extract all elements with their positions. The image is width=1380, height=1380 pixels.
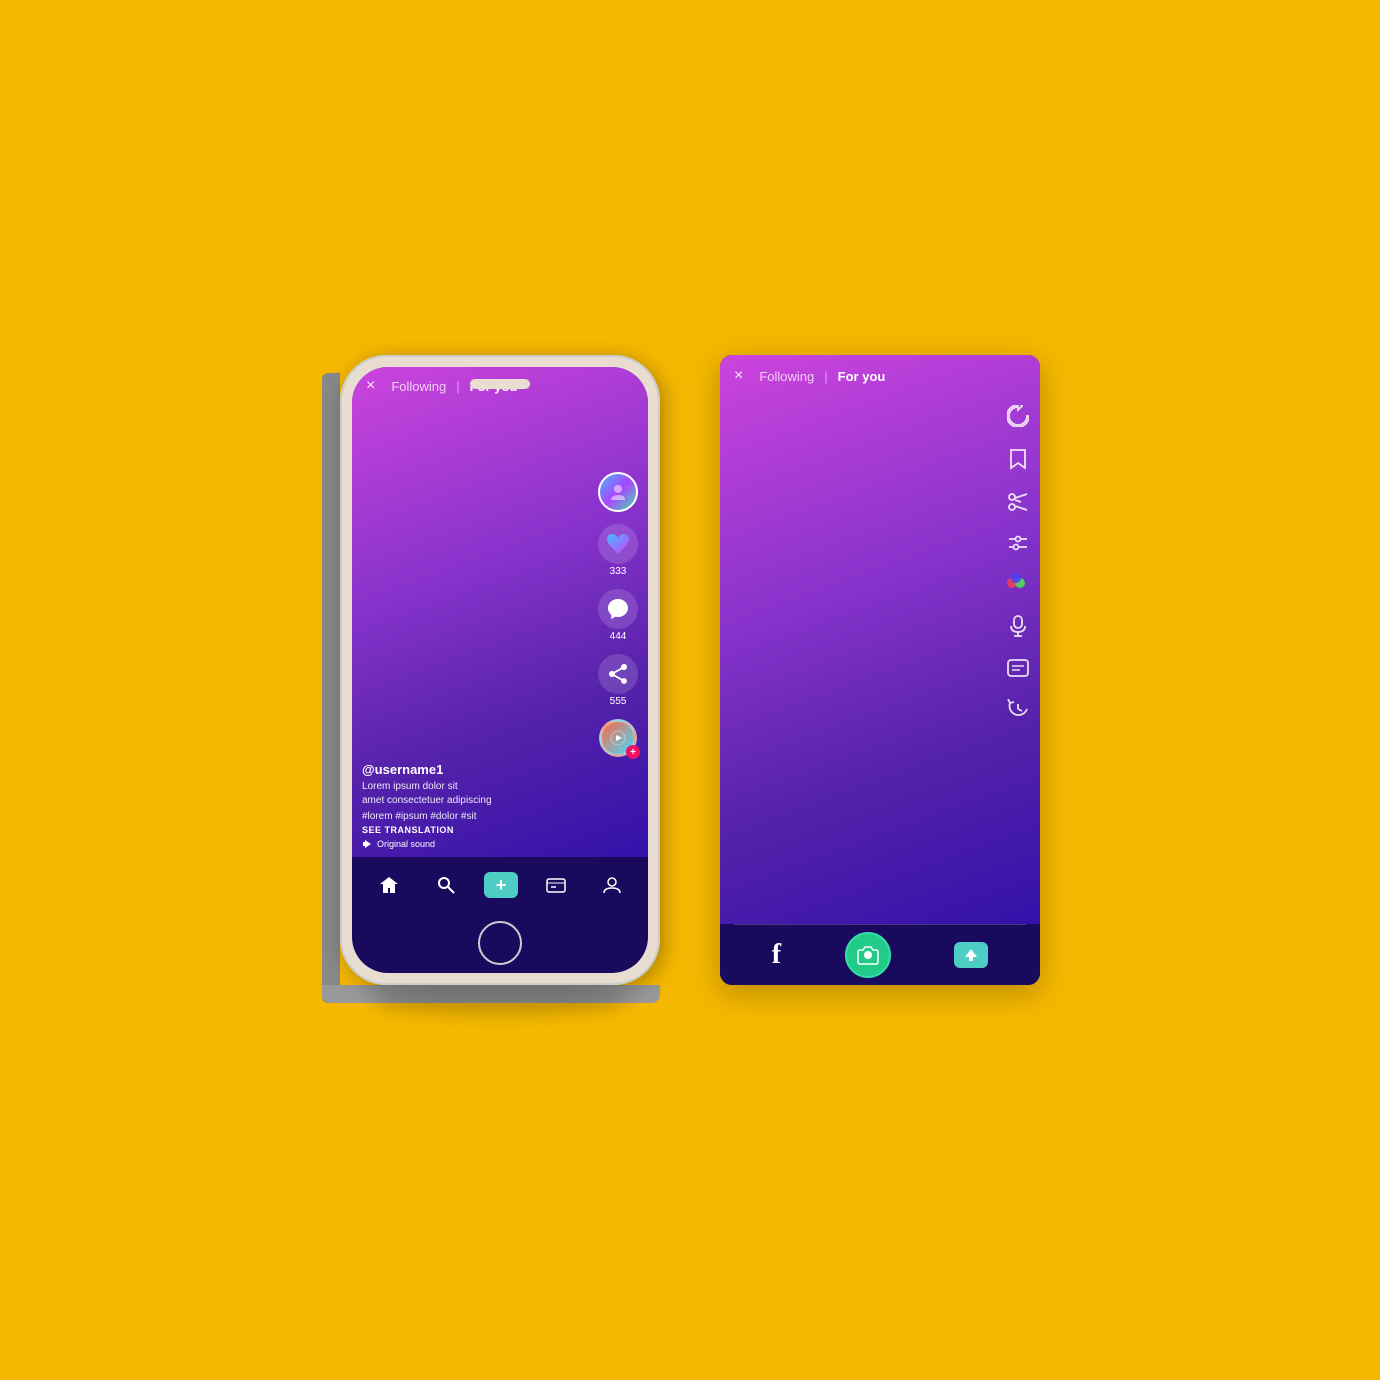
phone1-wrapper: × Following | For you [340,355,660,985]
phone2-nav-separator: | [824,369,827,384]
sound-label: Original sound [377,839,435,849]
comment-count: 444 [610,631,627,642]
phone1-screen: × Following | For you [352,367,648,857]
username: @username1 [362,762,593,777]
phone2-screen: × Following | For you [720,355,1040,924]
create-nav-button[interactable]: + [484,872,518,898]
avatar-icon[interactable]: + [598,472,638,512]
phone2-nav: × Following | For you [720,355,1040,397]
microphone-icon[interactable] [1009,614,1027,643]
share-group: 555 [598,654,638,707]
home-hardware-button[interactable] [478,921,522,965]
phone1-notch [470,379,530,389]
phone1-shadow [370,985,630,1015]
equalizer-icon[interactable] [1007,534,1029,557]
like-button[interactable] [598,524,638,564]
tab-following[interactable]: Following [391,379,446,394]
phone2-side-icons [1006,405,1030,725]
avatar-group: + [598,472,638,512]
share-count: 555 [610,696,627,707]
camera-button[interactable] [845,932,891,978]
close-button[interactable]: × [366,377,375,395]
bookmark-icon[interactable] [1009,448,1027,475]
scene: × Following | For you [340,355,1040,985]
phone1-inner: × Following | For you [352,367,648,973]
phone1-bottom-nav: + [352,857,648,913]
caption: Lorem ipsum dolor sit amet consectetuer … [362,780,593,808]
comment-group: 444 [598,589,638,642]
facebook-button[interactable]: f [772,939,781,971]
scissors-icon[interactable] [1007,491,1029,518]
phone2-close-button[interactable]: × [734,367,743,385]
share-button[interactable] [598,654,638,694]
tiktok-upload-button[interactable] [954,942,988,968]
phone2-bottom-nav: f [720,925,1040,985]
bottom-info: @username1 Lorem ipsum dolor sit amet co… [362,762,593,849]
inbox-nav-button[interactable] [538,871,574,899]
phone1-outer: × Following | For you [340,355,660,985]
phone2-nav-tabs: Following | For you [759,369,885,384]
phone2-flat: × Following | For you [720,355,1040,985]
phone2-tab-foryou[interactable]: For you [838,369,886,384]
caption-icon[interactable] [1007,659,1029,682]
hashtags: #lorem #ipsum #dolor #sit [362,811,593,822]
history-icon[interactable] [1007,698,1029,725]
see-translation-button[interactable]: SEE TRANSLATION [362,825,593,835]
like-count: 333 [610,566,627,577]
profile-nav-button[interactable] [594,871,630,899]
nav-separator: | [456,379,459,394]
search-nav-button[interactable] [428,871,464,899]
comment-button[interactable] [598,589,638,629]
color-picker-icon[interactable] [1006,573,1030,598]
like-group: 333 [598,524,638,577]
phone1-side [322,373,340,1003]
phone2-tab-following[interactable]: Following [759,369,814,384]
phone1-3d: × Following | For you [340,355,660,985]
side-icons: + [598,472,638,757]
sound-row: Original sound [362,839,593,849]
home-nav-button[interactable] [370,870,408,900]
refresh-icon[interactable] [1007,405,1029,432]
